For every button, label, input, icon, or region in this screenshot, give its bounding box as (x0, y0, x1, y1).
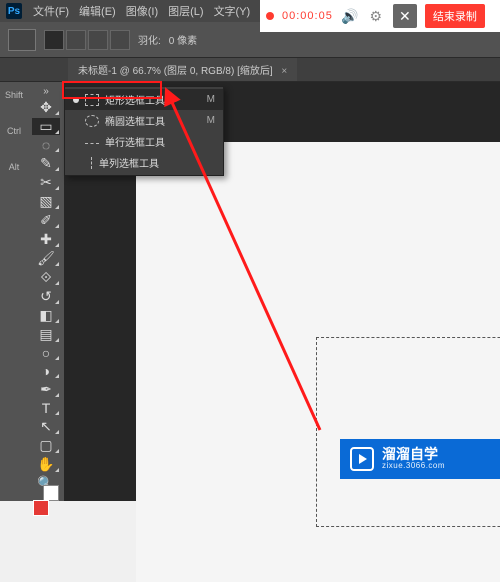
tool-clone[interactable]: ⟐ (32, 269, 60, 286)
screen-recorder-bar: 00:00:05 🔊 ⚙ ✕ 结束录制 (260, 0, 500, 32)
flyout-ellipse-marquee[interactable]: 椭圆选框工具 M (65, 110, 223, 131)
watermark-banner: 溜溜自学 zixue.3066.com (340, 439, 500, 479)
tool-crop[interactable]: ✂ (32, 174, 60, 191)
tool-brush[interactable]: 🖌 (32, 250, 60, 267)
flyout-shortcut: M (207, 115, 215, 126)
selection-mode-group (44, 30, 130, 50)
hint-ctrl: Ctrl (7, 126, 21, 136)
flyout-item-label: 椭圆选框工具 (105, 113, 165, 128)
tool-gradient[interactable]: ▤ (32, 326, 60, 343)
settings-icon[interactable]: ⚙ (367, 8, 385, 25)
photoshop-window: Ps 文件(F) 编辑(E) 图像(I) 图层(L) 文字(Y) 选择(S) 滤… (0, 0, 500, 501)
selection-subtract-button[interactable] (88, 30, 108, 50)
marquee-selection[interactable] (316, 337, 500, 527)
flyout-col-marquee[interactable]: 单列选框工具 (65, 152, 223, 173)
tool-shape[interactable]: ▢ (32, 437, 60, 454)
menu-edit[interactable]: 编辑(E) (74, 1, 121, 21)
tool-dodge[interactable]: ◑ (32, 363, 60, 379)
record-indicator-icon (266, 12, 274, 20)
tool-blur[interactable]: ○ (32, 345, 60, 361)
document-tab-close[interactable]: × (281, 66, 287, 77)
flyout-shortcut: M (207, 94, 215, 105)
menu-file[interactable]: 文件(F) (28, 1, 74, 21)
menu-layer[interactable]: 图层(L) (163, 1, 208, 21)
flyout-item-label: 单列选框工具 (99, 155, 159, 170)
active-tool-icon[interactable] (8, 29, 36, 51)
document-canvas[interactable] (136, 142, 500, 582)
document-tab-bar: 未标题-1 @ 66.7% (图层 0, RGB/8) [缩放后] × (0, 58, 500, 82)
menu-image[interactable]: 图像(I) (121, 1, 163, 21)
modifier-key-hints: Shift Ctrl Alt (0, 82, 28, 501)
feather-label: 羽化: (138, 32, 161, 47)
recorder-close-button[interactable]: ✕ (393, 4, 417, 28)
flyout-item-label: 单行选框工具 (105, 134, 165, 149)
flyout-row-marquee[interactable]: 单行选框工具 (65, 131, 223, 152)
volume-icon[interactable]: 🔊 (341, 8, 359, 25)
hint-alt: Alt (9, 162, 20, 172)
tool-panel: » ✥ ▭ ◌ ✎ ✂ ▧ ✐ ✚ 🖌 ⟐ ↺ ◧ ▤ ○ ◑ ✒ T ↖ ▢ … (28, 82, 64, 501)
tool-lasso[interactable]: ◌ (32, 137, 60, 153)
tool-path-select[interactable]: ↖ (32, 418, 60, 435)
tool-quick-select[interactable]: ✎ (32, 155, 60, 172)
selection-add-button[interactable] (66, 30, 86, 50)
tool-eraser[interactable]: ◧ (32, 307, 60, 324)
watermark-url: zixue.3066.com (382, 462, 445, 471)
background-color[interactable] (43, 485, 59, 501)
tool-hand[interactable]: ✋ (32, 456, 60, 473)
tool-pen[interactable]: ✒ (32, 381, 60, 398)
tool-text[interactable]: T (32, 400, 60, 416)
selection-new-button[interactable] (44, 30, 64, 50)
foreground-color[interactable] (33, 500, 49, 516)
watermark-title: 溜溜自学 (382, 447, 445, 462)
app-logo-icon: Ps (6, 3, 22, 19)
hint-shift: Shift (5, 90, 23, 100)
marquee-flyout-menu: 矩形选框工具 M 椭圆选框工具 M 单行选框工具 单列选框工具 (64, 86, 224, 176)
tool-healing[interactable]: ✚ (32, 231, 60, 248)
toolbar-grip-icon[interactable]: » (43, 86, 49, 97)
document-tab[interactable]: 未标题-1 @ 66.7% (图层 0, RGB/8) [缩放后] × (68, 58, 297, 81)
flyout-item-label: 矩形选框工具 (105, 92, 165, 107)
document-tab-title: 未标题-1 @ 66.7% (图层 0, RGB/8) [缩放后] (78, 66, 273, 77)
play-icon (350, 447, 374, 471)
record-timer: 00:00:05 (282, 10, 333, 22)
tool-move[interactable]: ✥ (32, 99, 60, 116)
stop-record-button[interactable]: 结束录制 (425, 4, 485, 28)
menu-type[interactable]: 文字(Y) (209, 1, 256, 21)
tool-marquee[interactable]: ▭ (32, 118, 60, 135)
flyout-rect-marquee[interactable]: 矩形选框工具 M (65, 89, 223, 110)
tool-eyedropper[interactable]: ✐ (32, 212, 60, 229)
tool-history-brush[interactable]: ↺ (32, 288, 60, 305)
feather-value[interactable]: 0 像素 (169, 32, 197, 47)
selection-intersect-button[interactable] (110, 30, 130, 50)
tool-frame[interactable]: ▧ (32, 193, 60, 210)
